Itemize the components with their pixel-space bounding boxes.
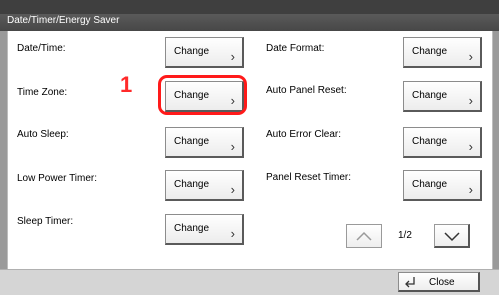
chevron-down-icon: [444, 232, 460, 242]
auto-panel-reset-change-button[interactable]: Change ›: [403, 81, 482, 112]
chevron-up-icon: [356, 231, 372, 241]
chevron-right-icon: ›: [230, 226, 235, 241]
sleep-timer-change-button[interactable]: Change ›: [165, 214, 244, 245]
button-label: Change: [174, 136, 210, 147]
step-number: 1: [120, 72, 133, 97]
chevron-right-icon: ›: [468, 139, 473, 154]
chevron-right-icon: ›: [230, 49, 235, 64]
button-label: Change: [412, 90, 448, 101]
auto-error-clear-label: Auto Error Clear:: [266, 129, 342, 140]
window-title: Date/Timer/Energy Saver: [7, 15, 120, 26]
button-label: Change: [174, 223, 210, 234]
return-arrow-icon: [405, 277, 415, 288]
close-button[interactable]: Close: [398, 272, 480, 292]
auto-sleep-change-button[interactable]: Change ›: [165, 127, 244, 158]
button-label: Change: [412, 136, 448, 147]
auto-error-clear-change-button[interactable]: Change ›: [403, 127, 482, 158]
chevron-right-icon: ›: [230, 182, 235, 197]
sleep-timer-label: Sleep Timer:: [17, 216, 74, 227]
date-time-label: Date/Time:: [17, 43, 66, 54]
auto-sleep-label: Auto Sleep:: [17, 129, 69, 140]
date-time-change-button[interactable]: Change ›: [165, 37, 244, 68]
panel-reset-timer-change-button[interactable]: Change ›: [403, 170, 482, 201]
low-power-timer-label: Low Power Timer:: [17, 173, 98, 184]
chevron-right-icon: ›: [468, 49, 473, 64]
chevron-right-icon: ›: [230, 139, 235, 154]
chevron-right-icon: ›: [468, 182, 473, 197]
button-label: Change: [174, 46, 210, 57]
button-label: Change: [412, 46, 448, 57]
date-format-change-button[interactable]: Change ›: [403, 37, 482, 68]
page-up-button[interactable]: [346, 224, 382, 248]
time-zone-label: Time Zone:: [17, 87, 68, 98]
auto-panel-reset-label: Auto Panel Reset:: [266, 85, 347, 96]
dialog-frame: Date/Timer/Energy Saver Date/Time: Chang…: [0, 0, 499, 295]
panel-reset-timer-label: Panel Reset Timer:: [266, 172, 352, 183]
low-power-timer-change-button[interactable]: Change ›: [165, 170, 244, 201]
page-indicator: 1/2: [398, 230, 412, 241]
page-down-button[interactable]: [434, 224, 470, 248]
button-label: Change: [174, 179, 210, 190]
chevron-right-icon: ›: [468, 93, 473, 108]
close-label: Close: [429, 277, 455, 288]
step-highlight: [158, 75, 247, 115]
date-format-label: Date Format:: [266, 43, 325, 54]
title-bar: Date/Timer/Energy Saver: [0, 0, 499, 31]
button-label: Change: [412, 179, 448, 190]
